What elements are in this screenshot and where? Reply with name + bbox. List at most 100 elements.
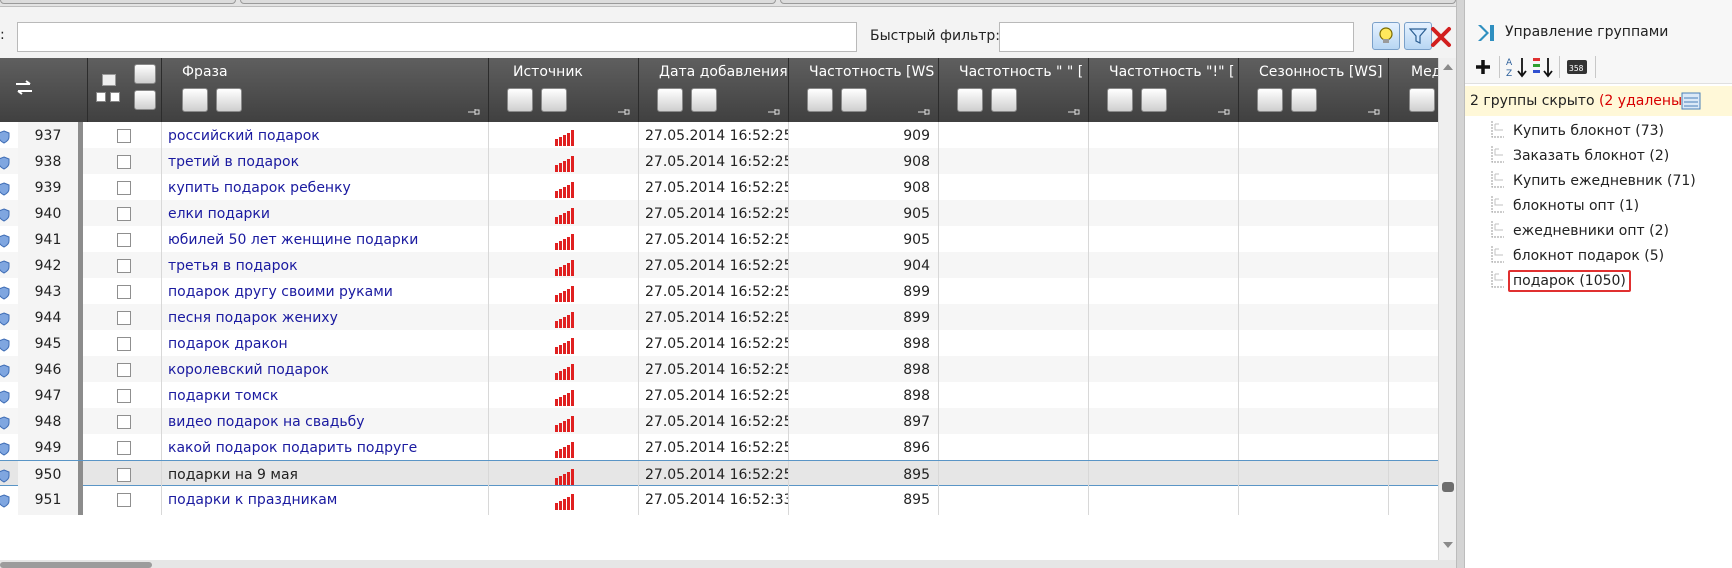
header-source[interactable]: Источник — [489, 58, 639, 122]
pin-icon[interactable] — [618, 108, 630, 116]
row-checkbox[interactable] — [117, 493, 131, 507]
phrase-link[interactable]: королевский подарок — [162, 356, 489, 385]
table-row[interactable]: 937 российский подарок 27.05.2014 16:52:25… — [0, 122, 1438, 151]
phrase-link[interactable]: песня подарок жениху — [162, 304, 489, 333]
phrase-link[interactable]: какой подарок подарить подруге — [162, 434, 489, 463]
collapse-panel-icon[interactable] — [1475, 22, 1497, 44]
close-icon[interactable] — [1430, 26, 1452, 48]
filter-funnel-icon[interactable] — [1107, 88, 1133, 112]
phrase-link[interactable]: подарки томск — [162, 382, 489, 411]
horizontal-scrollbar[interactable] — [0, 560, 1456, 568]
table-row[interactable]: 945 подарок дракон 27.05.2014 16:52:25 898 — [0, 330, 1438, 359]
scroll-up-arrow-icon[interactable] — [1443, 62, 1453, 70]
clear-filter-icon[interactable] — [541, 88, 567, 112]
apply-filter-button[interactable] — [1404, 22, 1432, 50]
row-checkbox[interactable] — [117, 129, 131, 143]
group-item[interactable]: блокнот подарок (5) — [1491, 245, 1721, 269]
phrase-link[interactable]: купить подарок ребенку — [162, 174, 489, 203]
row-checkbox[interactable] — [117, 311, 131, 325]
phrase-link[interactable]: третья в подарок — [162, 252, 489, 281]
table-row[interactable]: 948 видео подарок на свадьбу 27.05.2014 16… — [0, 408, 1438, 437]
header-clear-button[interactable] — [134, 90, 156, 110]
group-item[interactable]: блокноты опт (1) — [1491, 195, 1721, 219]
vertical-scrollbar[interactable] — [1438, 58, 1456, 560]
phrase-link[interactable]: видео подарок на свадьбу — [162, 408, 489, 437]
table-row[interactable]: 940 елки подарки 27.05.2014 16:52:25 905 — [0, 200, 1438, 229]
row-checkbox[interactable] — [117, 389, 131, 403]
top-tab-2[interactable] — [240, 0, 776, 4]
phrase-link[interactable]: подарки к праздникам — [162, 486, 489, 515]
filter-funnel-icon[interactable] — [807, 88, 833, 112]
header-rownum[interactable] — [0, 58, 88, 122]
row-checkbox[interactable] — [117, 181, 131, 195]
row-checkbox[interactable] — [117, 363, 131, 377]
scroll-down-arrow-icon[interactable] — [1443, 542, 1453, 550]
row-checkbox[interactable] — [117, 233, 131, 247]
group-item[interactable]: подарок (1050) — [1491, 270, 1721, 294]
pin-icon[interactable] — [918, 108, 930, 116]
table-row[interactable]: 946 королевский подарок 27.05.2014 16:52:2… — [0, 356, 1438, 385]
filter-funnel-icon[interactable] — [1257, 88, 1283, 112]
clear-filter-icon[interactable] — [1141, 88, 1167, 112]
header-freq-ws[interactable]: Частотность [WS — [789, 58, 939, 122]
scroll-thumb[interactable] — [1442, 482, 1454, 492]
clear-filter-icon[interactable] — [216, 88, 242, 112]
pin-icon[interactable] — [1068, 108, 1080, 116]
row-checkbox[interactable] — [117, 155, 131, 169]
deleted-count-text[interactable]: (2 удалены) — [1599, 93, 1688, 109]
main-filter-input[interactable] — [17, 22, 857, 52]
pin-icon[interactable] — [768, 108, 780, 116]
filter-funnel-icon[interactable] — [1409, 88, 1435, 112]
clear-filter-icon[interactable] — [841, 88, 867, 112]
hint-button[interactable] — [1372, 22, 1400, 50]
top-tab-1[interactable] — [0, 0, 236, 4]
check-mode-1[interactable] — [96, 92, 106, 102]
table-row[interactable]: 951 подарки к праздникам 27.05.2014 16:52:… — [0, 486, 1438, 515]
select-all-checkbox[interactable] — [102, 74, 116, 86]
table-row[interactable]: 949 какой подарок подарить подруге 27.05.2… — [0, 434, 1438, 463]
row-checkbox[interactable] — [117, 285, 131, 299]
sort-color-icon[interactable] — [1531, 55, 1555, 79]
list-view-icon[interactable] — [1681, 92, 1701, 110]
table-row[interactable]: 939 купить подарок ребенку 27.05.2014 16:5… — [0, 174, 1438, 203]
table-row[interactable]: 938 третий в подарок 27.05.2014 16:52:25 90… — [0, 148, 1438, 177]
phrase-link[interactable]: юбилей 50 лет женщине подарки — [162, 226, 489, 255]
header-season[interactable]: Сезонность [WS] — [1239, 58, 1389, 122]
table-row[interactable]: 944 песня подарок жениху 27.05.2014 16:52:… — [0, 304, 1438, 333]
table-row[interactable]: 941 юбилей 50 лет женщине подарки 27.05.20… — [0, 226, 1438, 255]
group-item[interactable]: Купить ежедневник (71) — [1491, 170, 1721, 194]
row-checkbox[interactable] — [117, 207, 131, 221]
pin-icon[interactable] — [1218, 108, 1230, 116]
header-freq-quote[interactable]: Частотность " " [ — [939, 58, 1089, 122]
panel-splitter[interactable] — [1456, 0, 1465, 568]
phrase-link[interactable]: российский подарок — [162, 122, 489, 151]
group-item[interactable]: Заказать блокнот (2) — [1491, 145, 1721, 169]
top-tab-3[interactable] — [780, 0, 1456, 4]
row-checkbox[interactable] — [117, 337, 131, 351]
table-row[interactable]: 943 подарок другу своими руками 27.05.2014… — [0, 278, 1438, 307]
table-row[interactable]: 942 третья в подарок 27.05.2014 16:52:25 90… — [0, 252, 1438, 281]
quick-filter-input[interactable] — [999, 22, 1354, 52]
clear-filter-icon[interactable] — [1291, 88, 1317, 112]
header-phrase[interactable]: Фраза — [162, 58, 489, 122]
filter-funnel-icon[interactable] — [182, 88, 208, 112]
header-freq-excl[interactable]: Частотность "!" [ — [1089, 58, 1239, 122]
phrase-link[interactable]: подарок другу своими руками — [162, 278, 489, 307]
filter-funnel-icon[interactable] — [957, 88, 983, 112]
add-icon[interactable] — [1471, 55, 1495, 79]
hscroll-thumb[interactable] — [0, 562, 152, 568]
row-checkbox[interactable] — [117, 415, 131, 429]
group-item[interactable]: ежедневники опт (2) — [1491, 220, 1721, 244]
filter-funnel-icon[interactable] — [657, 88, 683, 112]
group-item[interactable]: Купить блокнот (73) — [1491, 120, 1721, 144]
table-row[interactable]: 947 подарки томск 27.05.2014 16:52:25 898 — [0, 382, 1438, 411]
columns-settings-icon[interactable] — [14, 78, 34, 98]
clear-filter-icon[interactable] — [691, 88, 717, 112]
header-date[interactable]: Дата добавления — [639, 58, 789, 122]
phrase-link[interactable]: подарок дракон — [162, 330, 489, 359]
row-checkbox[interactable] — [117, 259, 131, 273]
check-mode-2[interactable] — [110, 92, 120, 102]
header-median[interactable]: Меди — [1389, 58, 1438, 122]
header-filter-button[interactable] — [134, 64, 156, 84]
pin-icon[interactable] — [1368, 108, 1380, 116]
